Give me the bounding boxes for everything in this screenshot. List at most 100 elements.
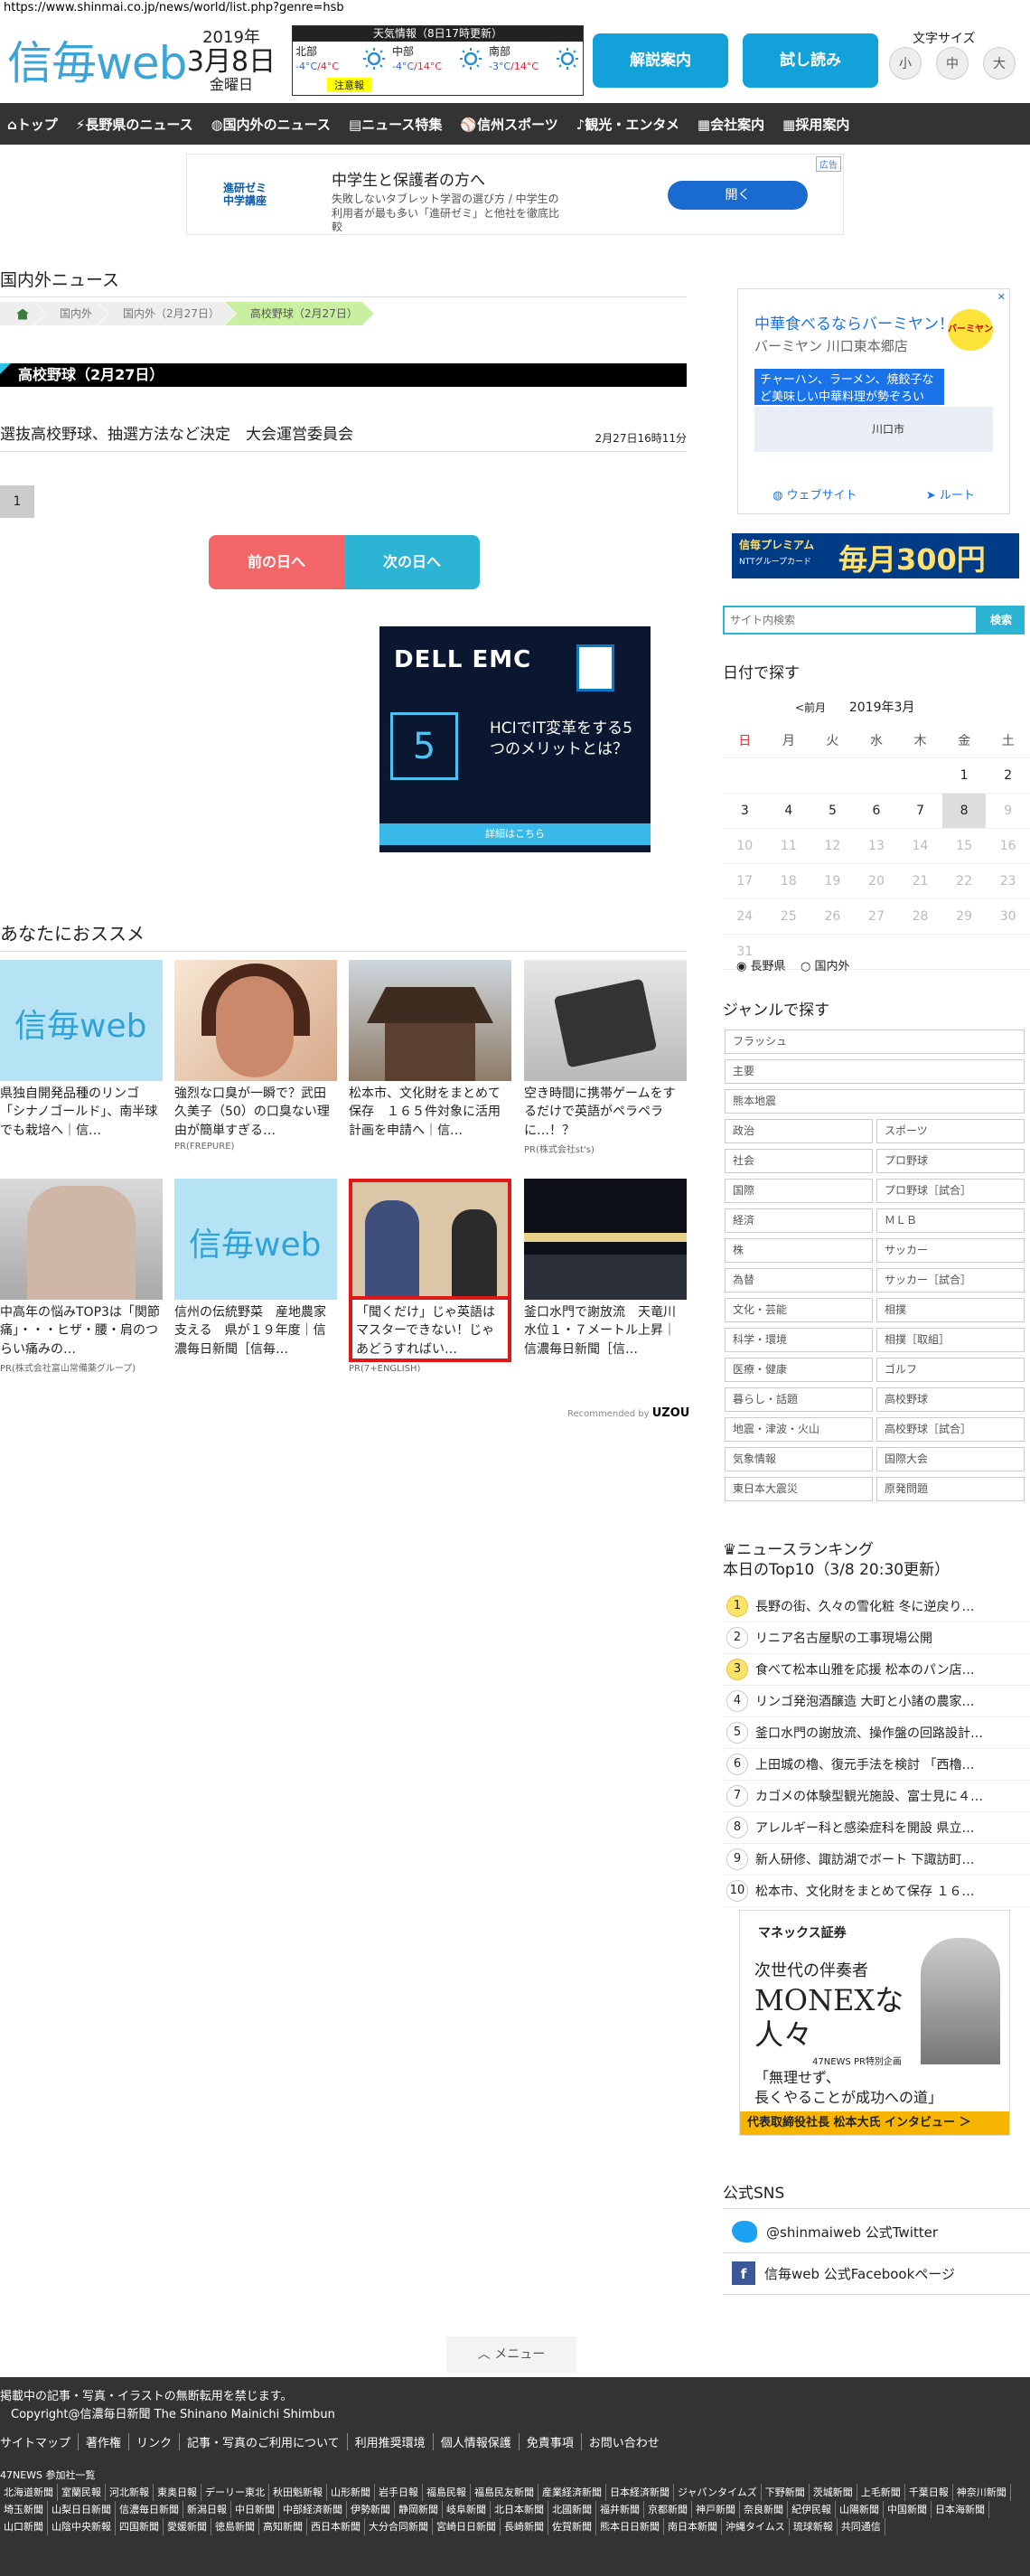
rec-card-text[interactable]: 松本市、文化財をまとめて保存 １６５件対象に活用計画を申請へ｜信… [349,1085,511,1140]
ranking-title[interactable]: 新人研修、諏訪湖でボート 下諏訪町… [755,1850,1026,1868]
site-logo[interactable]: 信毎web [7,27,187,92]
nav-company[interactable]: ▦会社案内 [698,115,764,134]
ad-tag[interactable]: 広告 [816,156,841,172]
genre-item[interactable]: プロ野球［試合］ [876,1179,1025,1203]
recommended-by[interactable]: Recommended by UZOU [567,1406,689,1420]
paper-link[interactable]: 北日本新聞 [491,2501,548,2518]
paper-link[interactable]: 岩手日報 [375,2484,423,2501]
weather-warning[interactable]: 注意報 [327,78,371,92]
genre-item[interactable]: 原発問題 [876,1477,1025,1501]
paper-link[interactable]: 静岡新聞 [395,2501,443,2518]
radio-world[interactable]: ○ 国内外 [801,960,850,973]
paper-link[interactable]: 福井新聞 [596,2501,644,2518]
ranking-item[interactable]: 8 アレルギー科と感染症科を開設 県立… [723,1812,1030,1844]
rec-card-image[interactable] [349,1179,511,1300]
monex-ad[interactable]: マネックス証券 次世代の伴奏者 MONEXな人々 47NEWS PR特別企画 「… [739,1910,1010,2136]
premium-banner-ad[interactable]: 信毎プレミアム NTTグループカード 毎月300円 [732,533,1019,578]
genre-item[interactable]: 国際大会 [876,1447,1025,1471]
calendar-day[interactable]: 2 [986,757,1030,794]
paper-link[interactable]: 神戸新聞 [692,2501,740,2518]
genre-item[interactable]: 相撲 [876,1298,1025,1322]
paper-link[interactable]: 山陰中央新報 [48,2518,116,2535]
calendar-day[interactable]: 7 [898,793,942,829]
paper-link[interactable]: 北海道新聞 [0,2484,58,2501]
ranking-title[interactable]: 松本市、文化財をまとめて保存 １６… [755,1882,1026,1900]
ranking-title[interactable]: リニア名古屋駅の工事現場公開 [755,1629,1026,1647]
genre-item[interactable]: 高校野球 [876,1387,1025,1412]
rec-card-text[interactable]: 「聞くだけ」じゃ英語はマスターできない！じゃあどうすればい… [349,1300,511,1362]
paper-link[interactable]: 徳島新聞 [211,2518,259,2535]
ranking-title[interactable]: リンゴ発泡酒醸造 大町と小諸の農家… [755,1692,1026,1710]
calendar-day[interactable]: 6 [854,793,899,829]
font-size-large-button[interactable]: 大 [983,47,1016,80]
rec-card-text[interactable]: 中高年の悩みTOP3は「関節痛」・・・ヒザ・腰・肩のつらい痛みの… [0,1303,163,1359]
ranking-item[interactable]: 2 リニア名古屋駅の工事現場公開 [723,1622,1030,1654]
paper-link[interactable]: デーリー東北 [201,2484,269,2501]
paper-link[interactable]: 秋田魁新報 [269,2484,327,2501]
top-banner-ad[interactable]: 広告 進研ゼミ 中学講座 中学生と保護者の方へ 失敗しないタブレット学習の選び方… [186,154,844,235]
paper-link[interactable]: 大分合同新聞 [365,2518,433,2535]
ranking-title[interactable]: 長野の街、久々の雪化粧 冬に逆戻り… [755,1597,1026,1615]
nav-world-news[interactable]: ◍国内外のニュース [211,115,331,134]
footer-link[interactable]: 免責事項 [520,2433,582,2450]
paper-link[interactable]: 日本経済新聞 [606,2484,674,2501]
paper-link[interactable]: 日本海新聞 [932,2501,989,2518]
paper-link[interactable]: 紀伊民報 [788,2501,836,2518]
nav-features[interactable]: ▤ニュース特集 [349,115,442,134]
genre-item[interactable]: 熊本地震 [725,1089,1025,1114]
genre-item[interactable]: 主要 [725,1059,1025,1084]
route-link[interactable]: ➤ ルート [926,485,975,503]
paper-link[interactable]: 室蘭民報 [58,2484,106,2501]
genre-item[interactable]: 文化・芸能 [725,1298,873,1322]
dell-emc-ad[interactable]: DELL EMC 5 HCIでIT変革をする5つのメリットとは？ 詳細はこちら [379,626,651,852]
paper-link[interactable]: 愛媛新聞 [164,2518,211,2535]
genre-item[interactable]: サッカー［試合］ [876,1268,1025,1293]
genre-item[interactable]: プロ野球 [876,1149,1025,1173]
nav-top[interactable]: ⌂トップ [7,115,58,134]
genre-item[interactable]: 為替 [725,1268,873,1293]
ranking-title[interactable]: 食べて松本山雅を応援 松本のパン店… [755,1660,1026,1678]
paper-link[interactable]: ジャパンタイムズ [674,2484,762,2501]
font-size-medium-button[interactable]: 中 [936,47,969,80]
paper-link[interactable]: 山口新聞 [0,2518,48,2535]
paper-link[interactable]: 佐賀新聞 [548,2518,596,2535]
rec-card-image[interactable] [0,1179,163,1300]
paper-link[interactable]: 山梨日日新聞 [48,2501,116,2518]
calendar-day[interactable]: 4 [766,793,811,829]
pagination-page[interactable]: 1 [0,485,34,518]
rec-card-image[interactable] [174,960,337,1081]
ranking-item[interactable]: 10 松本市、文化財をまとめて保存 １６… [723,1876,1030,1907]
rec-card[interactable]: 中高年の悩みTOP3は「関節痛」・・・ヒザ・腰・肩のつらい痛みの… PR(株式会… [0,1179,163,1374]
paper-link[interactable]: 共同通信 [838,2518,885,2535]
paper-link[interactable]: 中日新聞 [231,2501,279,2518]
ranking-item[interactable]: 1 長野の街、久々の雪化粧 冬に逆戻り… [723,1591,1030,1622]
genre-item[interactable]: 地震・津波・火山 [725,1417,873,1442]
ranking-title[interactable]: 釜口水門の謝放流、操作盤の回路設計… [755,1724,1026,1742]
paper-link[interactable]: 産業経済新聞 [538,2484,606,2501]
rec-card-image[interactable] [349,960,511,1081]
paper-link[interactable]: 四国新聞 [116,2518,164,2535]
article-row[interactable]: 選抜高校野球、抽選方法など決定 大会運営委員会 2月27日16時11分 [0,421,687,452]
paper-link[interactable]: 長崎新聞 [501,2518,548,2535]
ad-footer[interactable]: 代表取締役社長 松本大氏 インタビュー ＞ [740,2111,1009,2135]
search-button[interactable]: 検索 [978,606,1025,635]
ranking-title[interactable]: カゴメの体験型観光施設、富士見に４… [755,1787,1026,1805]
paper-link[interactable]: 下野新聞 [762,2484,810,2501]
genre-item[interactable]: 高校野球［試合］ [876,1417,1025,1442]
genre-item[interactable]: フラッシュ [725,1029,1025,1054]
radio-nagano[interactable]: ◉ 長野県 [736,960,786,973]
rec-card-image[interactable]: 信毎web [174,1179,337,1300]
genre-item[interactable]: 科学・環境 [725,1328,873,1352]
paper-link[interactable]: 茨城新聞 [810,2484,857,2501]
footer-link[interactable]: 著作権 [79,2433,130,2450]
ranking-item[interactable]: 4 リンゴ発泡酒醸造 大町と小諸の農家… [723,1686,1030,1717]
paper-link[interactable]: 岐阜新聞 [443,2501,491,2518]
ranking-item[interactable]: 3 食べて松本山雅を応援 松本のパン店… [723,1654,1030,1686]
prev-day-button[interactable]: 前の日へ [209,535,344,589]
paper-link[interactable]: 琉球新報 [790,2518,838,2535]
calendar-day[interactable]: 8 [941,793,987,829]
rec-card[interactable]: 松本市、文化財をまとめて保存 １６５件対象に活用計画を申請へ｜信… [349,960,511,1140]
calendar-day[interactable]: 3 [723,793,767,829]
genre-item[interactable]: 東日本大震災 [725,1477,873,1501]
rec-card[interactable]: 強烈な口臭が一瞬で？武田久美子（50）の口臭ない理由が簡単すぎる… PR(FRE… [174,960,337,1152]
